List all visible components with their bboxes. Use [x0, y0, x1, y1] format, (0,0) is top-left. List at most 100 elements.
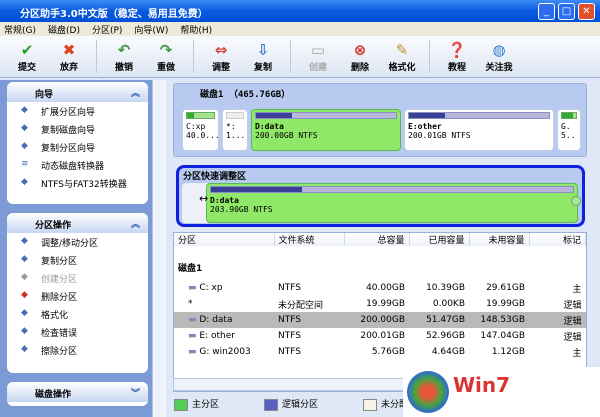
disk-title: 磁盘1 （465.76GB）: [200, 90, 291, 100]
sidebar-item[interactable]: ◆ 扩展分区向导: [7, 102, 148, 120]
menu-help[interactable]: 帮助(H): [180, 26, 212, 36]
table-cell: 19.99GB: [469, 296, 529, 312]
table-cell: 0.00KB: [409, 296, 469, 312]
cell-text: 主: [572, 348, 582, 359]
globe-icon: ◍: [492, 41, 506, 59]
partition-ops-header[interactable]: 分区操作 ︽: [7, 213, 148, 233]
wizard-header[interactable]: 向导 ︽: [7, 82, 148, 102]
redo-button[interactable]: ↷ 重做: [145, 36, 187, 77]
cell-text: 147.04GB: [480, 331, 525, 341]
chevron-down-icon[interactable]: ︾: [131, 386, 140, 399]
label: D:data: [210, 196, 239, 205]
quick-partition[interactable]: D:data 203.90GB NTFS: [206, 183, 578, 223]
chevron-up-icon[interactable]: ︽: [131, 217, 140, 230]
label: 动态磁盘转换器: [41, 162, 105, 172]
table-cell: NTFS: [274, 328, 344, 344]
menu-disk[interactable]: 磁盘(D): [48, 26, 80, 36]
format-icon: ◆: [21, 308, 28, 318]
partition-g[interactable]: G. 5..: [557, 109, 581, 151]
disk-ops-header[interactable]: 磁盘操作 ︾: [7, 382, 148, 402]
sidebar-item[interactable]: ◆ 格式化: [7, 305, 148, 323]
delete-button[interactable]: ⊗ 删除: [339, 36, 381, 77]
delete-icon: ⊗: [353, 41, 367, 59]
copy-button[interactable]: ⇩ 复制: [242, 36, 284, 77]
legend-unallocated: 未分配: [363, 397, 408, 411]
label: 40.0...: [186, 131, 220, 140]
table-row[interactable]: ▬ D: data NTFS 200.00GB 51.47GB 148.53GB 逻辑: [174, 312, 586, 328]
cell-text: 51.47GB: [426, 315, 465, 325]
sidebar-item[interactable]: ◆ 擦除分区: [7, 341, 148, 359]
sidebar-item[interactable]: ◆ 复制分区: [7, 251, 148, 269]
close-button[interactable]: ✕: [578, 3, 595, 20]
discard-button[interactable]: ✖ 放弃: [48, 36, 90, 77]
table-row[interactable]: ▬ E: other NTFS 200.01GB 52.96GB 147.04GB 逻辑: [174, 328, 586, 344]
cell-text: 148.53GB: [480, 315, 525, 325]
label: 1...: [226, 131, 246, 140]
table-row[interactable]: ▬ C: xp NTFS 40.00GB 10.39GB 29.61GB 主: [174, 280, 586, 296]
format-button[interactable]: ✎ 格式化: [381, 36, 423, 77]
cell-text: C: xp: [199, 283, 223, 293]
cell-text: NTFS: [278, 347, 301, 357]
label: 复制: [253, 63, 272, 73]
sidebar-scrollbar[interactable]: [152, 80, 166, 417]
col-free[interactable]: 未用容量: [469, 233, 530, 246]
drive-icon: ▬: [188, 347, 200, 357]
resize-button[interactable]: ⇔ 调整: [200, 36, 242, 77]
sidebar-item[interactable]: ◆ 创建分区: [7, 269, 148, 287]
table-row[interactable]: ▬ G: win2003 NTFS 5.76GB 4.64GB 1.12GB 主: [174, 344, 586, 360]
label: 关注我: [485, 63, 513, 73]
follow-button[interactable]: ◍ 关注我: [478, 36, 520, 77]
wipe-icon: ◆: [21, 344, 28, 354]
check-icon: ✔: [20, 41, 34, 59]
menu-wizard[interactable]: 向导(W): [134, 26, 168, 36]
tutorial-button[interactable]: ❓ 教程: [436, 36, 478, 77]
sidebar-item[interactable]: ◆ 复制分区向导: [7, 138, 148, 156]
cell-text: 52.96GB: [426, 331, 465, 341]
label: 复制分区向导: [41, 144, 96, 154]
cell-text: 0.00KB: [432, 299, 465, 309]
col-total[interactable]: 总容量: [344, 233, 410, 246]
drive-icon: ▬: [188, 315, 200, 325]
partition-c[interactable]: C:xp 40.0...: [182, 109, 220, 151]
table-cell: 10.39GB: [409, 280, 469, 296]
sidebar-item[interactable]: ◆ 复制磁盘向导: [7, 120, 148, 138]
create-button[interactable]: ▭ 创建: [297, 36, 339, 77]
commit-button[interactable]: ✔ 提交: [6, 36, 48, 77]
label: 复制磁盘向导: [41, 126, 96, 136]
sidebar-item[interactable]: ◆ 检查错误: [7, 323, 148, 341]
cell-text: 逻辑: [563, 300, 582, 311]
copy-partition-icon: ◆: [21, 141, 28, 151]
sidebar-item[interactable]: ◆ 调整/移动分区: [7, 233, 148, 251]
table-cell: 主: [529, 344, 586, 360]
disk-row[interactable]: 磁盘1: [174, 246, 586, 280]
label: 调整: [211, 63, 230, 73]
undo-button[interactable]: ↶ 撤销: [103, 36, 145, 77]
minimize-button[interactable]: _: [538, 3, 555, 20]
label: 创建: [308, 63, 327, 73]
col-filesystem[interactable]: 文件系统: [274, 233, 345, 246]
sidebar-item[interactable]: ≡ 动态磁盘转换器: [7, 156, 148, 174]
resize-handle-left[interactable]: ↔: [199, 192, 208, 205]
disk-map: 磁盘1 （465.76GB） C:xp 40.0... *: 1... D:data…: [173, 83, 587, 157]
partition-unallocated[interactable]: *: 1...: [222, 109, 248, 151]
chevron-up-icon[interactable]: ︽: [131, 86, 140, 99]
cell-text: 逻辑: [563, 332, 582, 343]
col-flag[interactable]: 标记: [529, 233, 586, 246]
check-icon: ◆: [21, 326, 28, 336]
resize-handle-right[interactable]: [571, 196, 581, 206]
partition-d[interactable]: D:data 200.00GB NTFS: [251, 109, 401, 151]
col-partition[interactable]: 分区: [174, 233, 275, 246]
table-cell: 逻辑: [529, 296, 586, 312]
label: 主分区: [192, 400, 220, 410]
sidebar-item[interactable]: ◆ NTFS与FAT32转换器: [7, 174, 148, 192]
maximize-button[interactable]: □: [558, 3, 575, 20]
table-row[interactable]: * 未分配空间 19.99GB 0.00KB 19.99GB 逻辑: [174, 296, 586, 312]
sidebar-item[interactable]: ◆ 删除分区: [7, 287, 148, 305]
table-cell: 主: [529, 280, 586, 296]
menu-partition[interactable]: 分区(P): [92, 26, 122, 36]
col-used[interactable]: 已用容量: [409, 233, 470, 246]
partition-e[interactable]: E:other 200.01GB NTFS: [404, 109, 554, 151]
label: 200.01GB NTFS: [408, 131, 471, 140]
menu-general[interactable]: 常规(G): [4, 26, 36, 36]
format-icon: ✎: [395, 41, 409, 59]
